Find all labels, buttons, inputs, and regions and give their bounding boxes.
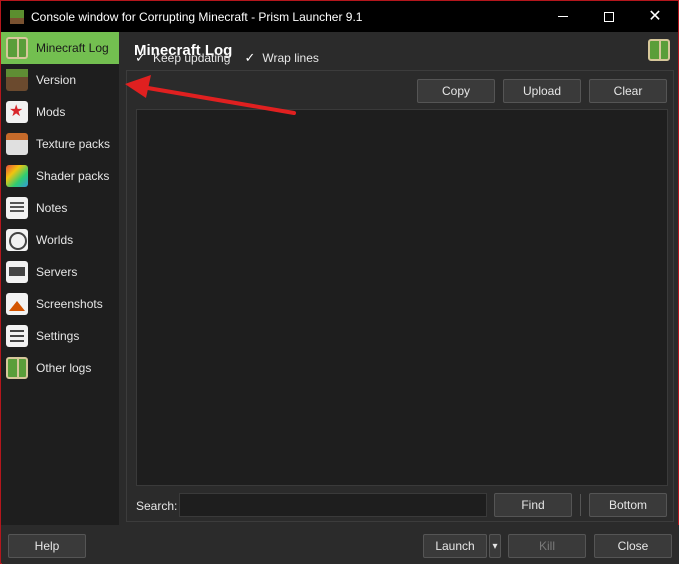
sidebar-item-version[interactable]: Version: [1, 64, 119, 96]
toolbar-separator: [580, 494, 581, 516]
search-input[interactable]: [179, 493, 487, 517]
log-options: ✓ Keep updating ✓ Wrap lines: [134, 50, 332, 65]
upload-button[interactable]: Upload: [503, 79, 581, 103]
sidebar-item-servers[interactable]: Servers: [1, 256, 119, 288]
mods-star-icon: [6, 101, 28, 123]
sidebar-item-label: Texture packs: [36, 137, 111, 151]
notes-icon: [6, 197, 28, 219]
minimize-button[interactable]: [540, 1, 586, 32]
copy-button[interactable]: Copy: [417, 79, 495, 103]
launch-dropdown-button[interactable]: ▾: [489, 534, 501, 558]
kill-button[interactable]: Kill: [508, 534, 586, 558]
book-icon: [648, 39, 670, 61]
book-icon: [6, 357, 28, 379]
texture-pack-icon: [6, 133, 28, 155]
sidebar-item-screenshots[interactable]: Screenshots: [1, 288, 119, 320]
search-label: Search:: [136, 499, 178, 513]
sidebar-item-shader-packs[interactable]: Shader packs: [1, 160, 119, 192]
settings-icon: [6, 325, 28, 347]
wrap-lines-checkbox[interactable]: ✓: [243, 50, 256, 65]
log-output[interactable]: [136, 109, 668, 486]
sidebar-item-label: Other logs: [36, 361, 92, 375]
sidebar-item-label: Minecraft Log: [36, 41, 109, 55]
find-button[interactable]: Find: [494, 493, 572, 517]
sidebar-item-label: Settings: [36, 329, 80, 343]
sidebar-item-label: Version: [36, 73, 77, 87]
keep-updating-label: Keep updating: [153, 51, 231, 65]
sidebar-item-texture-packs[interactable]: Texture packs: [1, 128, 119, 160]
sidebar-item-settings[interactable]: Settings: [1, 320, 119, 352]
close-window-button[interactable]: ✕: [632, 1, 678, 32]
bottom-button[interactable]: Bottom: [589, 493, 667, 517]
title-bar: Console window for Corrupting Minecraft …: [1, 1, 678, 32]
sidebar-item-minecraft-log[interactable]: Minecraft Log: [1, 32, 119, 64]
sidebar-item-label: Shader packs: [36, 169, 110, 183]
console-window: Console window for Corrupting Minecraft …: [0, 0, 679, 564]
server-icon: [6, 261, 28, 283]
sidebar-item-other-logs[interactable]: Other logs: [1, 352, 119, 384]
help-button[interactable]: Help: [8, 534, 86, 558]
sidebar-item-worlds[interactable]: Worlds: [1, 224, 119, 256]
grass-block-icon: [10, 9, 24, 24]
window-title: Console window for Corrupting Minecraft …: [31, 9, 363, 24]
screenshot-icon: [6, 293, 28, 315]
maximize-icon: [604, 11, 614, 22]
wrap-lines-label: Wrap lines: [262, 51, 319, 65]
grass-block-icon: [6, 69, 28, 91]
clear-button[interactable]: Clear: [589, 79, 667, 103]
minimize-icon: [558, 16, 568, 17]
shader-cube-icon: [6, 165, 28, 187]
sidebar-item-label: Worlds: [36, 233, 74, 247]
launch-button[interactable]: Launch: [423, 534, 487, 558]
close-icon: ✕: [648, 7, 662, 25]
sidebar: Minecraft Log Version Mods Texture packs…: [1, 32, 119, 525]
sidebar-item-label: Notes: [36, 201, 68, 215]
world-icon: [6, 229, 28, 251]
close-button[interactable]: Close: [594, 534, 672, 558]
sidebar-item-label: Screenshots: [36, 297, 103, 311]
keep-updating-checkbox[interactable]: ✓: [134, 50, 147, 65]
sidebar-item-label: Servers: [36, 265, 78, 279]
sidebar-item-label: Mods: [36, 105, 66, 119]
sidebar-item-notes[interactable]: Notes: [1, 192, 119, 224]
book-icon: [6, 37, 28, 59]
sidebar-item-mods[interactable]: Mods: [1, 96, 119, 128]
maximize-button[interactable]: [586, 1, 632, 32]
